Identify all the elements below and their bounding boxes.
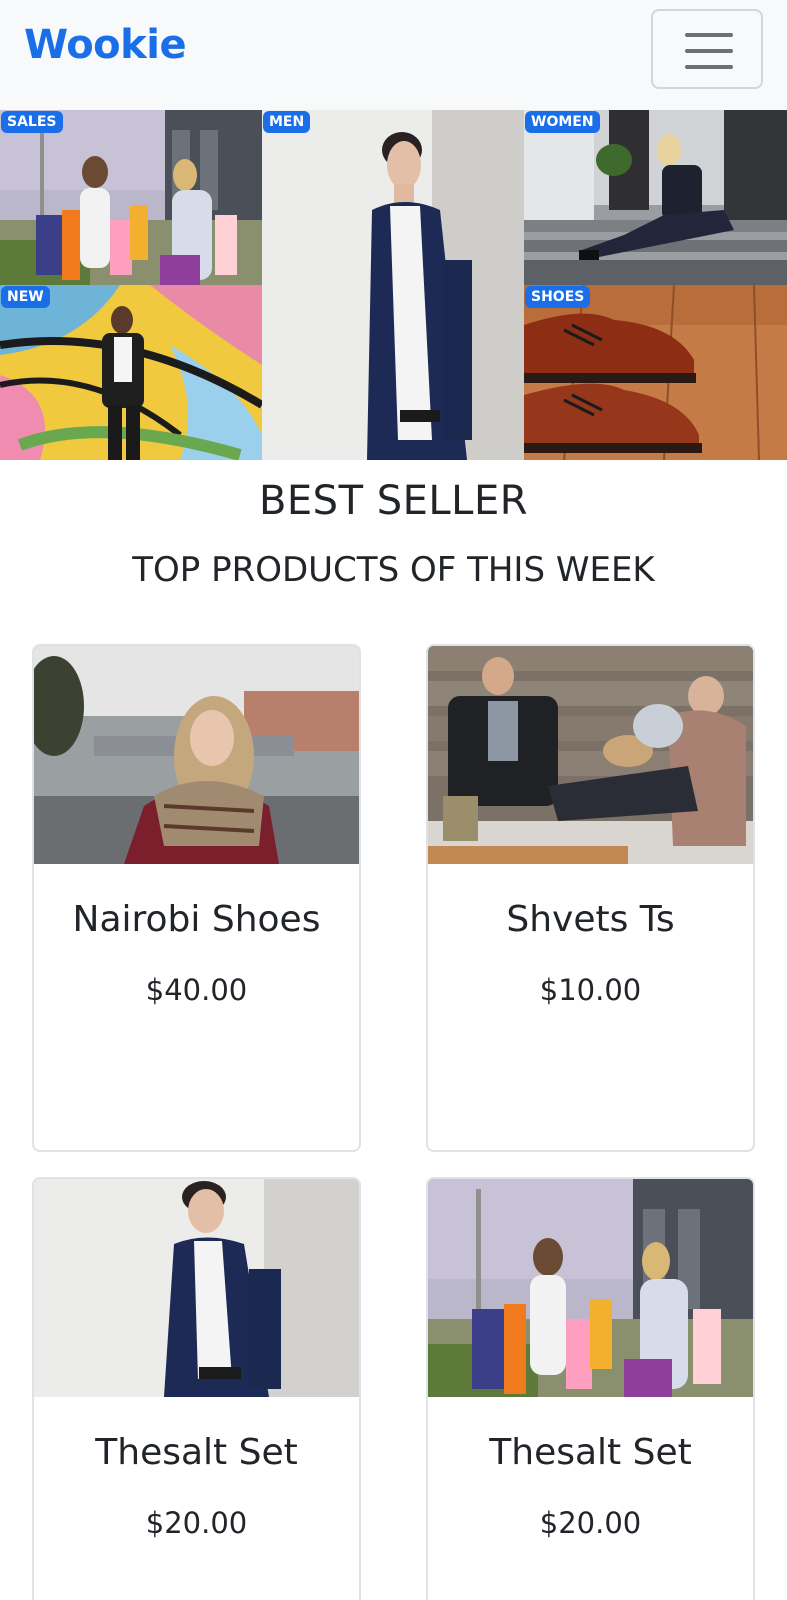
category-badge: MEN: [263, 111, 311, 133]
product-card[interactable]: Nairobi Shoes $40.00: [32, 644, 361, 1152]
category-badge: SALES: [1, 111, 63, 133]
woman-sitting-stairs-photo: [524, 110, 787, 285]
product-card[interactable]: Thesalt Set $20.00: [32, 1177, 361, 1600]
couple-on-couch-photo: [428, 646, 753, 864]
product-price: $20.00: [145, 1506, 248, 1540]
product-card[interactable]: Shvets Ts $10.00: [426, 644, 755, 1152]
product-price: $10.00: [539, 973, 642, 1007]
category-mosaic: SALES MEN WOMEN NEW SHOES: [0, 110, 787, 460]
product-name[interactable]: Nairobi Shoes: [34, 899, 359, 940]
category-tile-sales[interactable]: SALES: [0, 110, 262, 285]
category-tile-women[interactable]: WOMEN: [524, 110, 787, 285]
section-subtitle: TOP PRODUCTS OF THIS WEEK: [132, 550, 655, 590]
category-tile-shoes[interactable]: SHOES: [524, 285, 787, 460]
category-tile-new[interactable]: NEW: [0, 285, 262, 460]
shopping-women-photo: [428, 1179, 753, 1397]
product-price: $40.00: [145, 973, 248, 1007]
category-tile-men[interactable]: MEN: [262, 110, 524, 460]
category-badge: SHOES: [525, 286, 591, 308]
product-price: $20.00: [539, 1506, 642, 1540]
product-image[interactable]: [428, 646, 753, 864]
product-name[interactable]: Thesalt Set: [428, 1432, 753, 1473]
product-image[interactable]: [34, 646, 359, 864]
product-card[interactable]: Thesalt Set $20.00: [426, 1177, 755, 1600]
category-badge: WOMEN: [525, 111, 600, 133]
product-name[interactable]: Shvets Ts: [428, 899, 753, 940]
man-in-suit-photo: [262, 110, 524, 460]
woman-with-scarf-photo: [34, 646, 359, 864]
product-image[interactable]: [34, 1179, 359, 1397]
category-badge: NEW: [1, 286, 50, 308]
brand-logo[interactable]: Wookie: [24, 22, 187, 68]
section-title: BEST SELLER: [258, 478, 529, 524]
product-name[interactable]: Thesalt Set: [34, 1432, 359, 1473]
woman-graffiti-wall-photo: [0, 285, 262, 460]
shopping-women-photo: [0, 110, 262, 285]
product-image[interactable]: [428, 1179, 753, 1397]
navbar-toggle-button[interactable]: [651, 9, 763, 89]
brown-leather-shoes-photo: [524, 285, 787, 460]
man-in-suit-photo: [34, 1179, 359, 1397]
navbar: Wookie: [0, 0, 787, 110]
